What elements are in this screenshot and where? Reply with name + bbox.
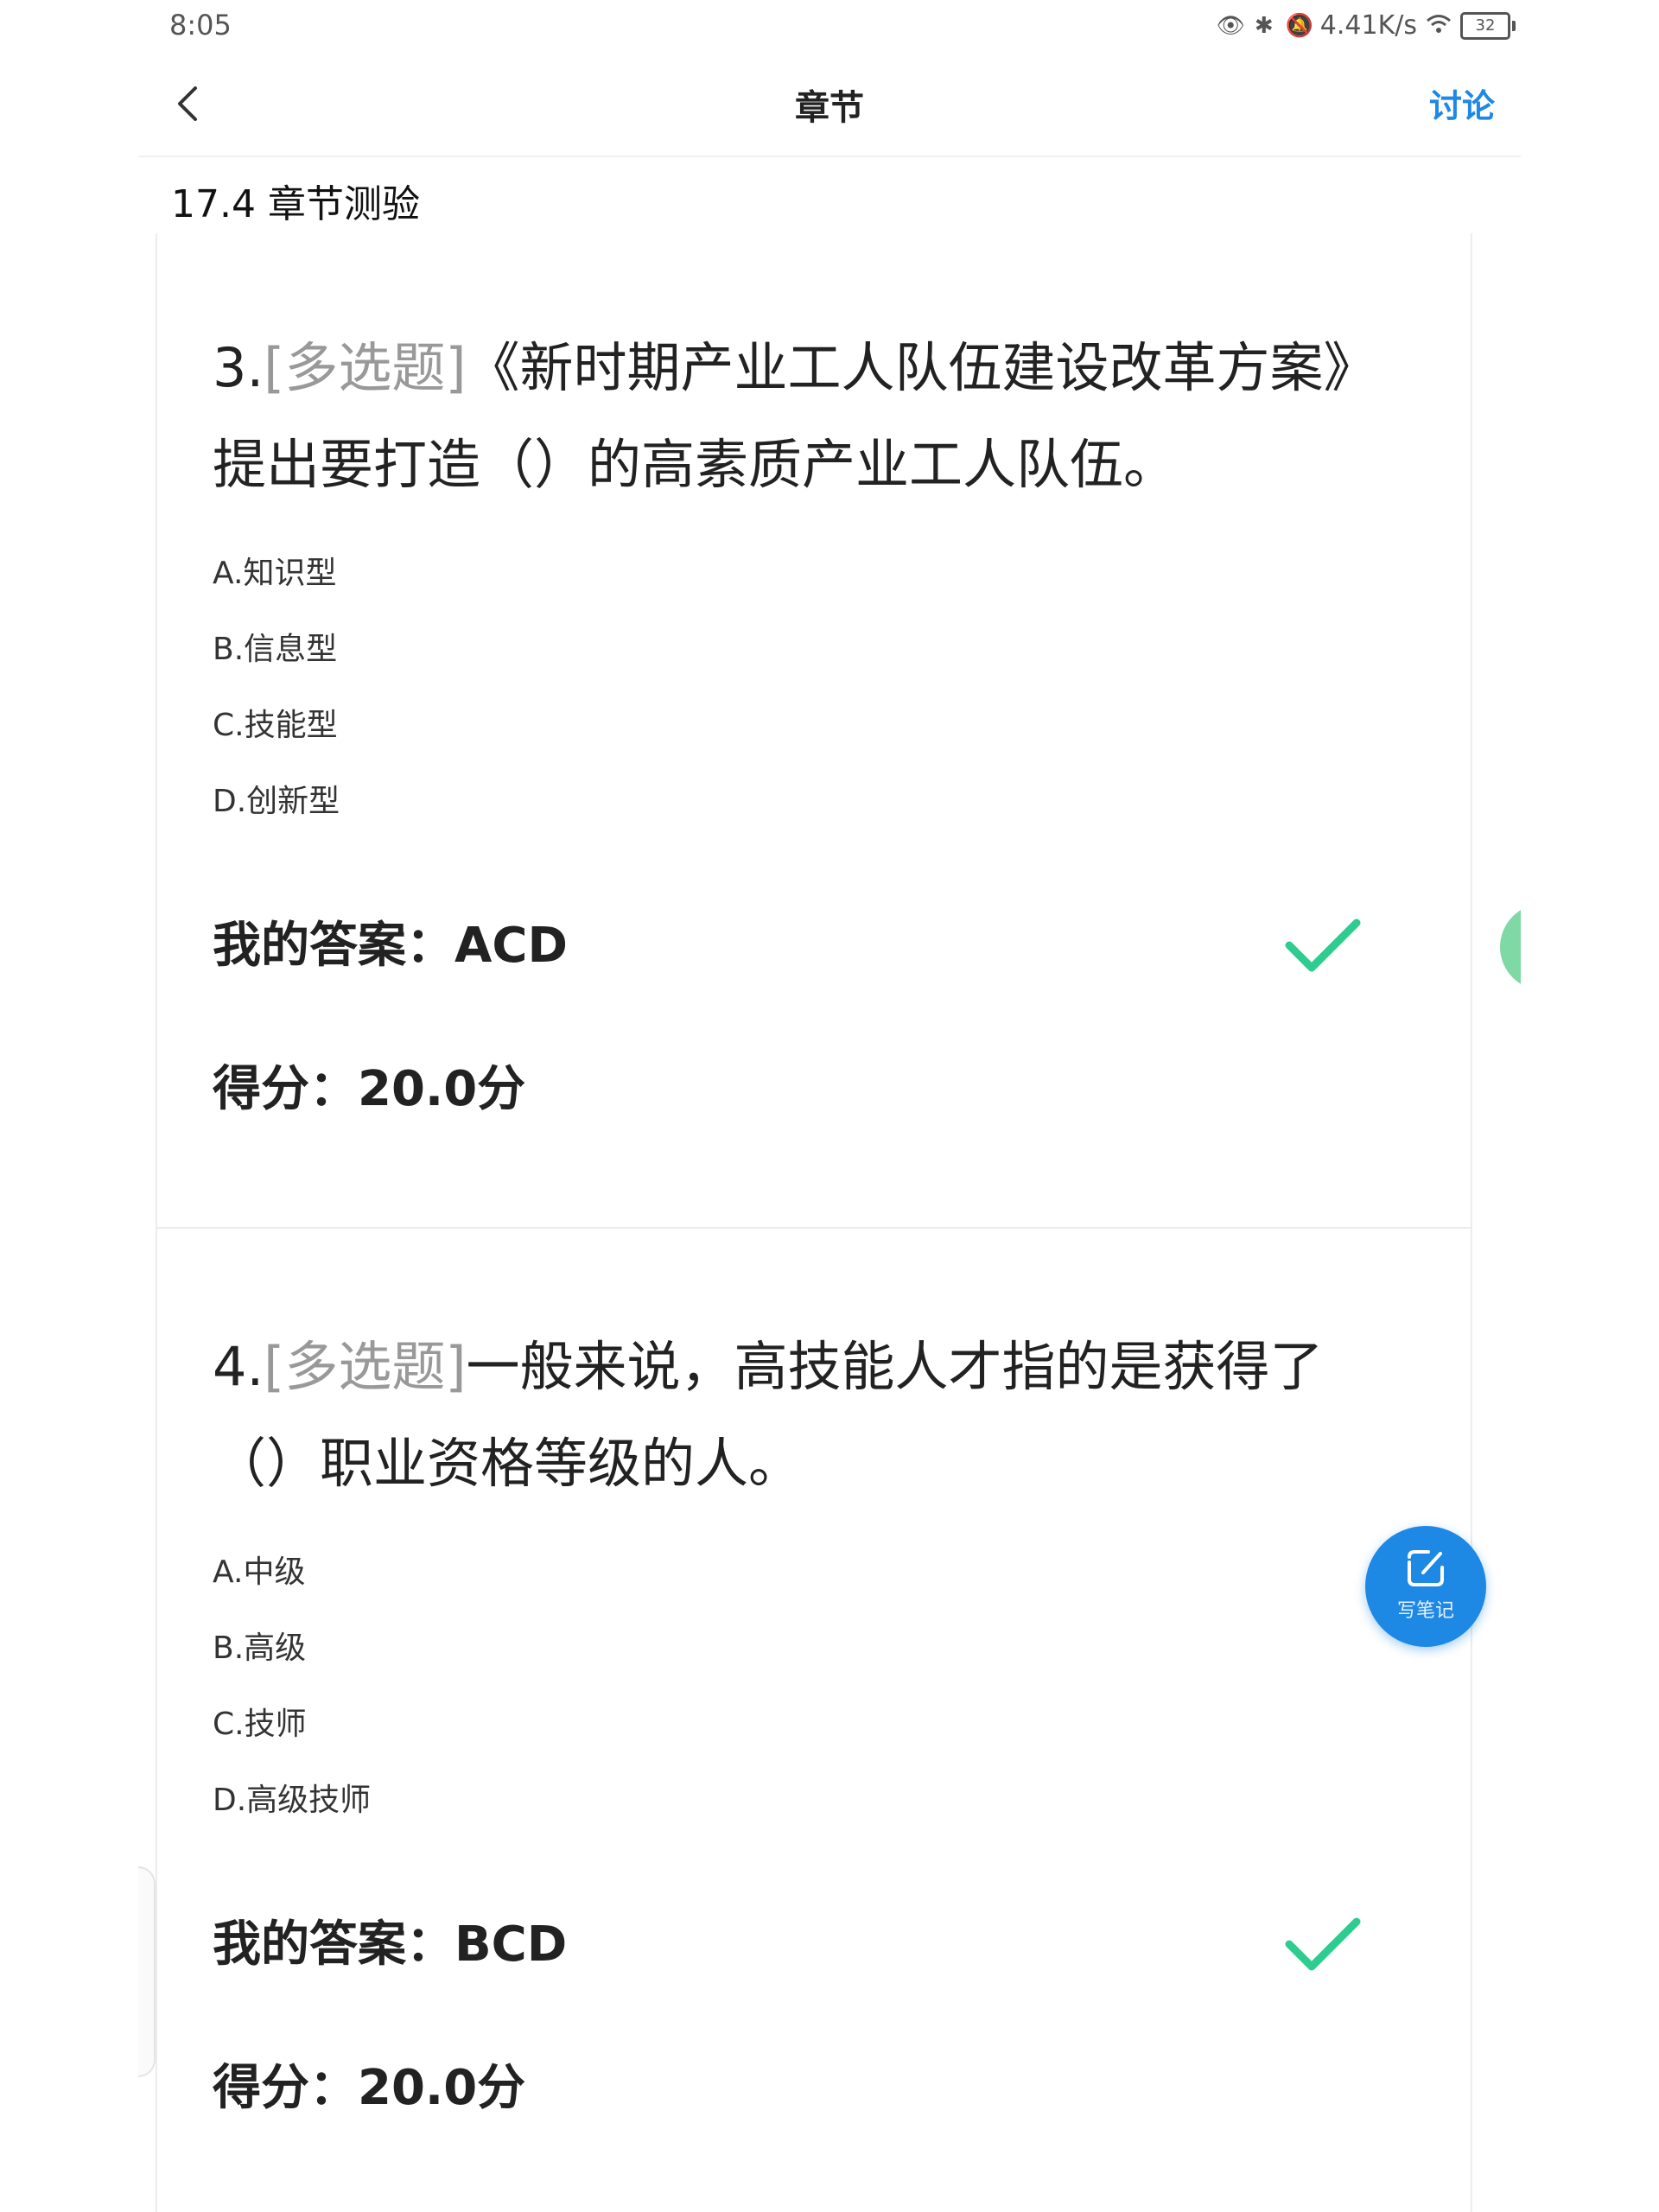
my-answer-row: 我的答案：ACD — [213, 907, 1414, 985]
edit-note-icon — [1408, 1550, 1444, 1586]
nav-bar: 章节 讨论 — [138, 52, 1521, 157]
wifi-icon — [1426, 13, 1452, 39]
options-list: A.知识型 B.信息型 C.技能型 D.创新型 — [213, 536, 1471, 840]
discuss-link[interactable]: 讨论 — [1429, 79, 1495, 127]
net-speed: 4.41K/s — [1319, 10, 1417, 41]
check-icon — [1285, 1917, 1361, 1971]
question-number: 4. — [213, 1335, 264, 1398]
check-icon — [1285, 918, 1361, 972]
my-answer-row: 我的答案：BCD — [213, 1906, 1414, 1984]
status-icons: 👁 ✱ 🔕 4.41K/s 32 — [1217, 10, 1516, 41]
my-answer: 我的答案：ACD — [213, 918, 568, 974]
status-time: 8:05 — [169, 9, 232, 41]
battery-level: 32 — [1460, 11, 1510, 40]
option-b: B.高级 — [213, 1630, 307, 1666]
battery-icon: 32 — [1460, 11, 1516, 40]
status-bar: 8:05 👁 ✱ 🔕 4.41K/s 32 — [138, 0, 1521, 52]
question-text: 3.[多选题]《新时期产业工人队伍建设改革方案》提出要打造（）的高素质产业工人队… — [213, 320, 1388, 513]
page-title: 章节 — [795, 88, 864, 128]
question-type: [多选题] — [264, 336, 467, 399]
score: 得分：20.0分 — [213, 1061, 526, 1117]
write-note-label: 写笔记 — [1396, 1600, 1454, 1622]
option-c: C.技能型 — [213, 708, 338, 743]
side-drawer-handle[interactable] — [138, 1866, 156, 2077]
option-b: B.信息型 — [213, 632, 338, 667]
mute-icon: 🔕 — [1285, 12, 1314, 39]
option-a: A.中级 — [213, 1554, 306, 1590]
option-d: D.创新型 — [213, 784, 340, 819]
option-d: D.高级技师 — [213, 1783, 372, 1818]
score: 得分：20.0分 — [213, 2060, 526, 2116]
divider — [157, 1227, 1471, 1229]
quiz-card: 3.[多选题]《新时期产业工人队伍建设改革方案》提出要打造（）的高素质产业工人队… — [156, 233, 1472, 2212]
options-list: A.中级 B.高级 C.技师 D.高级技师 — [213, 1535, 1471, 1839]
question-4: 4.[多选题]一般来说，高技能人才指的是获得了（）职业资格等级的人。 A.中级 … — [157, 1319, 1471, 2116]
option-c: C.技师 — [213, 1707, 307, 1742]
my-answer: 我的答案：BCD — [213, 1916, 568, 1973]
floating-assistant-icon[interactable] — [1500, 904, 1521, 999]
question-type: [多选题] — [264, 1335, 467, 1398]
question-text: 4.[多选题]一般来说，高技能人才指的是获得了（）职业资格等级的人。 — [213, 1319, 1388, 1512]
option-a: A.知识型 — [213, 556, 337, 591]
screen: 8:05 👁 ✱ 🔕 4.41K/s 32 章节 讨论 17.4 章节测验 3.… — [0, 0, 1659, 2212]
bluetooth-icon: ✱ — [1254, 12, 1274, 39]
question-3: 3.[多选题]《新时期产业工人队伍建设改革方案》提出要打造（）的高素质产业工人队… — [157, 320, 1471, 1117]
section-title: 17.4 章节测验 — [171, 182, 420, 226]
question-number: 3. — [213, 336, 264, 399]
eye-icon: 👁 — [1216, 12, 1245, 39]
write-note-button[interactable]: 写笔记 — [1365, 1526, 1486, 1647]
